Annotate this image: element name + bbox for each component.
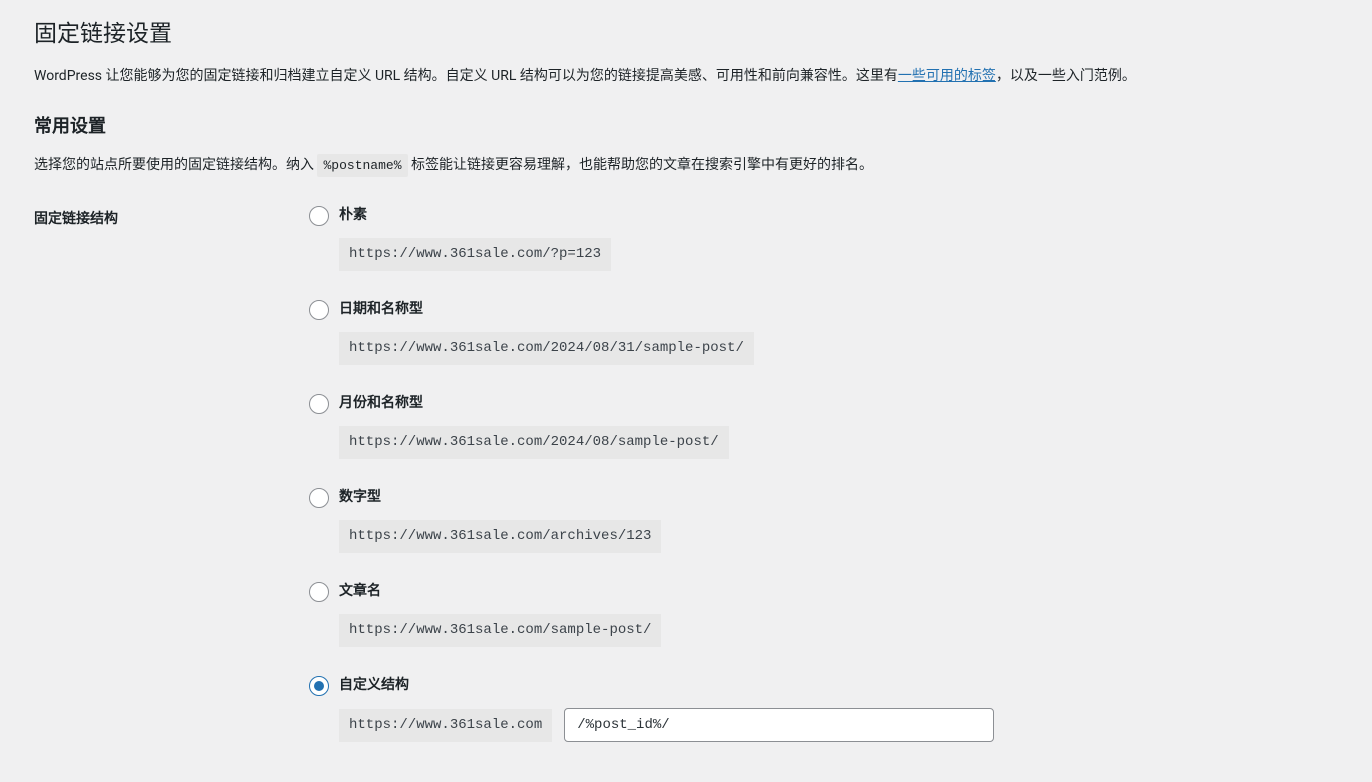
intro-paragraph: WordPress 让您能够为您的固定链接和归档建立自定义 URL 结构。自定义…: [34, 65, 1352, 89]
example-numeric: https://www.361sale.com/archives/123: [339, 520, 661, 553]
common-settings-heading: 常用设置: [34, 113, 1352, 140]
option-day-name: 日期和名称型 https://www.361sale.com/2024/08/3…: [309, 299, 1352, 365]
option-numeric: 数字型 https://www.361sale.com/archives/123: [309, 487, 1352, 553]
custom-structure-input[interactable]: [564, 708, 994, 742]
label-custom[interactable]: 自定义结构: [339, 675, 409, 696]
label-post-name[interactable]: 文章名: [339, 581, 381, 602]
label-day-name[interactable]: 日期和名称型: [339, 299, 423, 320]
postname-tag: %postname%: [317, 154, 407, 177]
radio-post-name[interactable]: [309, 582, 329, 602]
label-month-name[interactable]: 月份和名称型: [339, 393, 423, 414]
radio-month-name[interactable]: [309, 394, 329, 414]
common-settings-desc: 选择您的站点所要使用的固定链接结构。纳入 %postname% 标签能让链接更容…: [34, 154, 1352, 178]
structure-label: 固定链接结构: [34, 205, 309, 230]
label-numeric[interactable]: 数字型: [339, 487, 381, 508]
page-title: 固定链接设置: [34, 10, 1352, 53]
desc-after: 标签能让链接更容易理解，也能帮助您的文章在搜索引擎中有更好的排名。: [408, 157, 873, 173]
desc-before: 选择您的站点所要使用的固定链接结构。纳入: [34, 157, 317, 173]
custom-base-url: https://www.361sale.com: [339, 709, 552, 742]
option-custom: 自定义结构 https://www.361sale.com: [309, 675, 1352, 742]
label-plain[interactable]: 朴素: [339, 205, 367, 226]
radio-numeric[interactable]: [309, 488, 329, 508]
example-month-name: https://www.361sale.com/2024/08/sample-p…: [339, 426, 729, 459]
radio-plain[interactable]: [309, 206, 329, 226]
available-tags-link[interactable]: 一些可用的标签: [898, 68, 996, 84]
example-post-name: https://www.361sale.com/sample-post/: [339, 614, 661, 647]
radio-day-name[interactable]: [309, 300, 329, 320]
example-plain: https://www.361sale.com/?p=123: [339, 238, 611, 271]
intro-text-after: ，以及一些入门范例。: [996, 68, 1136, 84]
option-plain: 朴素 https://www.361sale.com/?p=123: [309, 205, 1352, 271]
example-day-name: https://www.361sale.com/2024/08/31/sampl…: [339, 332, 754, 365]
option-month-name: 月份和名称型 https://www.361sale.com/2024/08/s…: [309, 393, 1352, 459]
radio-custom[interactable]: [309, 676, 329, 696]
permalink-radio-group: 朴素 https://www.361sale.com/?p=123 日期和名称型…: [309, 205, 1352, 742]
permalink-structure-section: 固定链接结构 朴素 https://www.361sale.com/?p=123…: [34, 205, 1352, 742]
option-post-name: 文章名 https://www.361sale.com/sample-post/: [309, 581, 1352, 647]
intro-text-before: WordPress 让您能够为您的固定链接和归档建立自定义 URL 结构。自定义…: [34, 68, 898, 84]
